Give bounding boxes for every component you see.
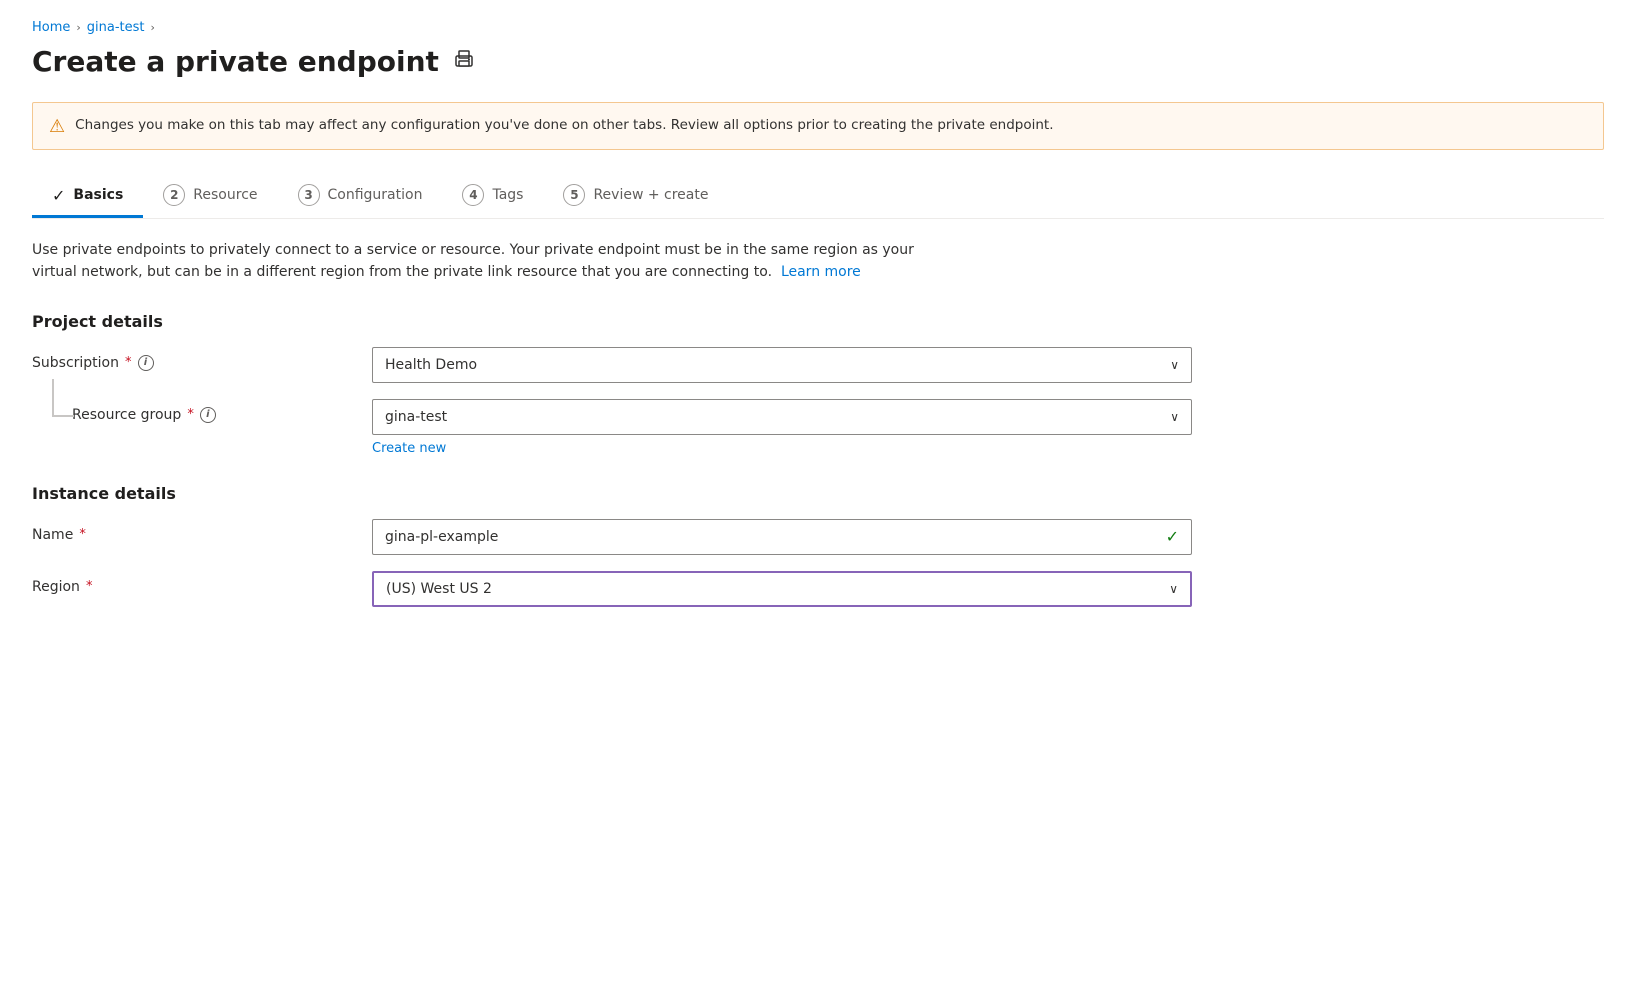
tabs-container: ✓ Basics 2 Resource 3 Configuration 4 Ta… [32, 174, 1604, 219]
tab-review-circle: 5 [563, 184, 585, 206]
subscription-value: Health Demo [385, 357, 477, 373]
region-required: * [86, 579, 93, 594]
subscription-info-icon[interactable]: i [138, 355, 154, 371]
tab-configuration-circle: 3 [298, 184, 320, 206]
tab-resource[interactable]: 2 Resource [143, 174, 277, 219]
subscription-chevron: ∨ [1170, 358, 1179, 372]
tab-basics[interactable]: ✓ Basics [32, 176, 143, 218]
tab-basics-check: ✓ [52, 186, 65, 205]
tab-resource-label: Resource [193, 187, 257, 203]
name-label: Name [32, 527, 73, 543]
region-dropdown[interactable]: (US) West US 2 ∨ [372, 571, 1192, 607]
resource-group-label-col: Resource group * i [32, 399, 372, 423]
breadcrumb-separator-2: › [151, 21, 155, 34]
create-new-link[interactable]: Create new [372, 441, 446, 456]
instance-details-title: Instance details [32, 484, 1604, 503]
tab-basics-label: Basics [73, 187, 123, 203]
project-details-section: Project details Subscription * i Health … [32, 312, 1604, 456]
description-text: Use private endpoints to privately conne… [32, 239, 932, 284]
warning-icon: ⚠ [49, 116, 65, 137]
project-details-title: Project details [32, 312, 1604, 331]
region-chevron: ∨ [1169, 582, 1178, 596]
page-title-row: Create a private endpoint [32, 45, 1604, 78]
tab-tags[interactable]: 4 Tags [442, 174, 543, 219]
region-value: (US) West US 2 [386, 581, 492, 597]
tab-configuration[interactable]: 3 Configuration [278, 174, 443, 219]
connector-h-line [52, 415, 74, 417]
name-input[interactable]: gina-pl-example ✓ [372, 519, 1192, 555]
subscription-required: * [125, 355, 132, 370]
name-row: Name * gina-pl-example ✓ [32, 519, 1604, 555]
resource-group-label: Resource group [72, 407, 181, 423]
print-icon[interactable] [453, 48, 475, 75]
tab-tags-circle: 4 [462, 184, 484, 206]
subscription-dropdown[interactable]: Health Demo ∨ [372, 347, 1192, 383]
warning-banner: ⚠ Changes you make on this tab may affec… [32, 102, 1604, 150]
subscription-label: Subscription [32, 355, 119, 371]
name-input-col: gina-pl-example ✓ [372, 519, 1192, 555]
resource-group-required: * [187, 407, 194, 422]
resource-group-info-icon[interactable]: i [200, 407, 216, 423]
subscription-label-col: Subscription * i [32, 347, 372, 371]
resource-group-chevron: ∨ [1170, 410, 1179, 424]
instance-details-section: Instance details Name * gina-pl-example … [32, 484, 1604, 607]
resource-group-row: Resource group * i gina-test ∨ Create ne… [32, 399, 1604, 456]
resource-group-input-col: gina-test ∨ Create new [372, 399, 1192, 456]
resource-group-value: gina-test [385, 409, 447, 425]
tab-review-label: Review + create [593, 187, 708, 203]
name-required: * [79, 527, 86, 542]
breadcrumb-project[interactable]: gina-test [87, 20, 145, 35]
region-label: Region [32, 579, 80, 595]
subscription-row: Subscription * i Health Demo ∨ [32, 347, 1604, 383]
connector-v-line [52, 379, 54, 415]
tab-resource-circle: 2 [163, 184, 185, 206]
warning-text: Changes you make on this tab may affect … [75, 115, 1053, 135]
page-title: Create a private endpoint [32, 45, 439, 78]
resource-group-dropdown[interactable]: gina-test ∨ [372, 399, 1192, 435]
tab-tags-label: Tags [492, 187, 523, 203]
region-label-col: Region * [32, 571, 372, 595]
tab-configuration-label: Configuration [328, 187, 423, 203]
region-input-col: (US) West US 2 ∨ [372, 571, 1192, 607]
name-check-icon: ✓ [1166, 527, 1179, 546]
breadcrumb-separator-1: › [76, 21, 80, 34]
tab-review[interactable]: 5 Review + create [543, 174, 728, 219]
name-value: gina-pl-example [385, 529, 498, 545]
name-label-col: Name * [32, 519, 372, 543]
breadcrumb-home[interactable]: Home [32, 20, 70, 35]
breadcrumb: Home › gina-test › [32, 20, 1604, 35]
subscription-input-col: Health Demo ∨ [372, 347, 1192, 383]
learn-more-link[interactable]: Learn more [781, 264, 861, 280]
region-row: Region * (US) West US 2 ∨ [32, 571, 1604, 607]
